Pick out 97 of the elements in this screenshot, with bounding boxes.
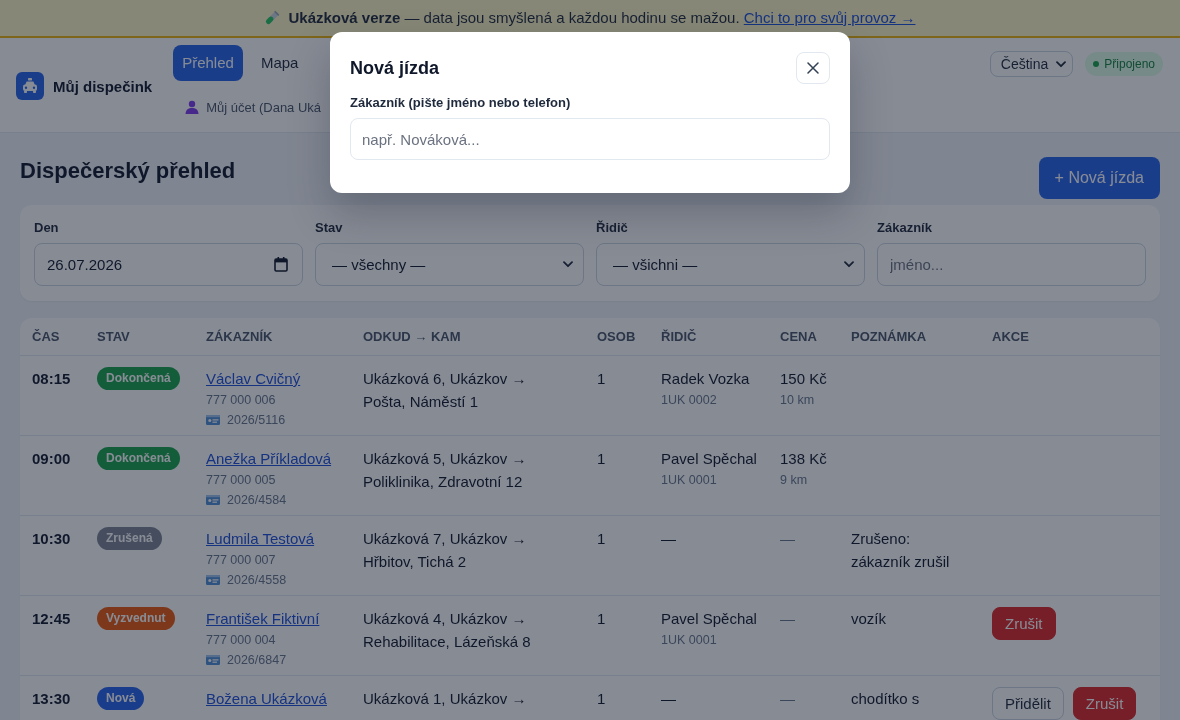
passenger-count: 1 [597,689,606,709]
route-text: Ukázková 4, Ukázkov → Rehabilitace, Lázeňská 8 [363,609,532,652]
cancel-button[interactable]: Zrušit [1072,687,1137,720]
pickup-time: 13:30 [32,689,71,709]
column-header: ZÁKAZNÍK [206,329,273,344]
driver-name: Radek Vozka [661,369,750,389]
status-badge: Dokončená [97,367,180,390]
column-header: ODKUD → KAM [363,329,461,344]
driver-name: Pavel Spěchal [661,449,757,469]
cancel-button[interactable]: Zrušit [992,607,1056,640]
driver-name: Pavel Spěchal [661,609,757,629]
ride-price: 150 Kč [780,369,827,389]
phone-number: 777 000 004 [206,632,276,649]
column-header: ČAS [32,329,60,344]
status-badge: Vyzvednut [97,607,175,630]
id-card-icon [206,495,220,505]
pickup-time: 10:30 [32,529,71,549]
user-icon [185,100,200,114]
nav-tab[interactable]: Mapa [251,45,308,81]
phone-number: 777 000 007 [206,552,276,569]
page-title: Dispečerský přehled [20,157,236,185]
dialog-title: Nová jízda [350,57,440,80]
customer-name-link[interactable]: Anežka Příkladová [206,447,332,470]
filter-label: Den [34,219,59,237]
passenger-count: 1 [597,369,606,389]
ride-note: chodítko s [851,689,920,709]
column-header: POZNÁMKA [851,329,927,344]
filter-label: Zákazník [877,219,932,237]
ride-note: Zrušeno: zákazník zrušil [851,529,951,572]
customer-name-link[interactable]: František Fiktivní [206,607,320,630]
route-text: Ukázková 5, Ukázkov → Poliklinika, Zdravotní 12 [363,449,528,492]
filter-select[interactable]: — všechny — [315,243,584,286]
route-text: Ukázková 6, Ukázkov → Pošta, Náměstí 1 [363,369,528,412]
card-number: 2026/4558 [227,572,287,589]
driver-name: — [661,689,676,709]
chevron-down-icon [844,261,854,268]
card-number: 2026/4584 [227,492,287,509]
assign-button[interactable]: Přidělit [992,687,1064,720]
column-header: STAV [97,329,130,344]
card-number: 2026/6847 [227,652,287,669]
customer-name-link[interactable]: Božena Ukázková [206,687,327,710]
filter-select[interactable]: — všichni — [596,243,865,286]
column-header: AKCE [992,329,1029,344]
license-plate: 1UK 0002 [661,392,717,409]
ride-price: — [780,689,795,709]
ride-distance: 9 km [780,472,808,489]
chevron-down-icon [1056,60,1067,68]
phone-number: 777 000 006 [206,392,276,409]
close-icon [807,62,819,74]
column-header: ŘIDIČ [661,329,697,344]
field-label: Zákazník (pište jméno nebo telefon) [350,94,571,112]
search-field[interactable]: jméno... [877,243,1146,286]
chevron-down-icon [563,261,573,268]
date-field[interactable]: 26.07.2026 [34,243,303,286]
customer-field[interactable]: např. Nováková... [350,118,830,160]
language-select[interactable]: Čeština [989,51,1074,77]
status-badge: Zrušená [97,527,162,550]
ride-price: — [780,529,795,549]
signup-link[interactable]: Chci to pro svůj provoz → [743,9,916,26]
license-plate: 1UK 0001 [661,632,717,649]
status-badge: Nová [97,687,145,710]
passenger-count: 1 [597,449,606,469]
passenger-count: 1 [597,609,606,629]
route-text: Ukázková 7, Ukázkov → Hřbitov, Tichá 2 [363,529,528,572]
ride-note: vozík [851,609,886,629]
passenger-count: 1 [597,529,606,549]
route-text: Ukázková 1, Ukázkov → [363,689,527,709]
status-badge: Dokončená [97,447,180,470]
column-header: CENA [780,329,817,344]
calendar-icon[interactable] [274,257,288,272]
customer-name-link[interactable]: Ludmila Testová [206,527,315,550]
demo-notice: Ukázková verze — data jsou smyšlená a každou hodinu se mažou. Chci to pro svůj provoz → [288,8,916,28]
ride-distance: 10 km [780,392,815,409]
car-icon [16,72,44,100]
filter-label: Řidič [596,219,628,237]
id-card-icon [206,655,220,665]
nav-tab[interactable]: Přehled [173,45,243,81]
id-card-icon [206,575,220,585]
id-card-icon [206,415,220,425]
license-plate: 1UK 0001 [661,472,717,489]
account-link[interactable]: Můj účet (Dana Uká [206,99,322,115]
new-ride-button[interactable]: + Nová jízda [1038,157,1160,199]
status-dot-icon [1093,61,1100,67]
column-header: OSOB [597,329,636,344]
ride-price: 138 Kč [780,449,827,469]
ride-price: — [780,609,795,629]
pickup-time: 12:45 [32,609,71,629]
close-button[interactable] [796,52,830,84]
connection-status: Připojeno [1085,52,1163,76]
pickup-time: 08:15 [32,369,71,389]
brand-name: Můj dispečink [53,77,153,95]
card-number: 2026/5116 [227,412,286,429]
pickup-time: 09:00 [32,449,71,469]
driver-name: — [661,529,676,549]
filter-label: Stav [315,219,343,237]
phone-number: 777 000 005 [206,472,276,489]
customer-name-link[interactable]: Václav Cvičný [206,367,301,390]
